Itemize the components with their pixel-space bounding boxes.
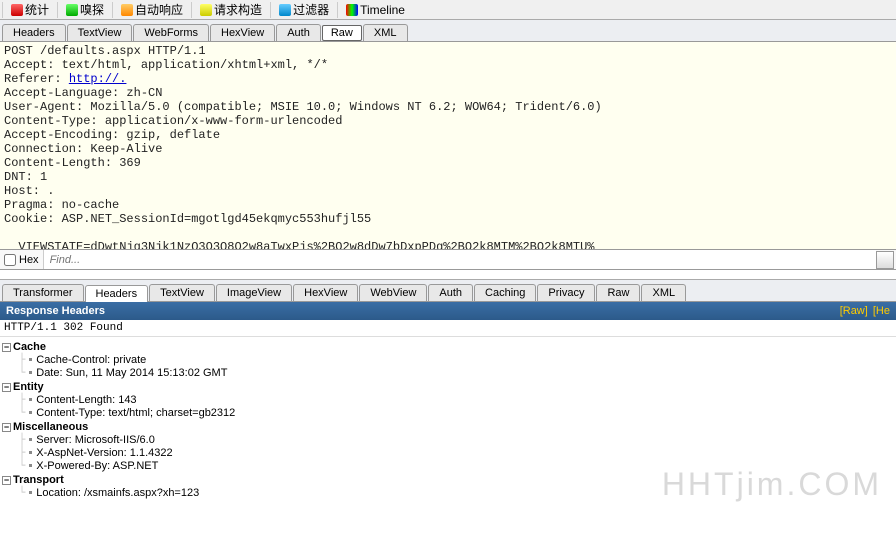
toolbar-separator xyxy=(337,2,338,18)
toolbar-btn-autoresp[interactable]: 自动响应 xyxy=(117,1,187,19)
autoresponder-icon xyxy=(121,4,133,16)
request-raw-view[interactable]: POST /defaults.aspx HTTP/1.1 Accept: tex… xyxy=(0,42,896,250)
timeline-icon xyxy=(346,4,358,16)
collapse-icon: − xyxy=(2,476,11,485)
toolbar-btn-compose[interactable]: 请求构造 xyxy=(196,1,266,19)
referer-link[interactable]: http://. xyxy=(69,72,127,86)
request-tab-webforms[interactable]: WebForms xyxy=(133,24,209,41)
response-tab-caching[interactable]: Caching xyxy=(474,284,536,301)
tree-group-miscellaneous[interactable]: −Miscellaneous xyxy=(2,421,894,433)
request-tab-headers[interactable]: Headers xyxy=(2,24,66,41)
tree-item[interactable]: ├X-AspNet-Version: 1.1.4322 xyxy=(12,446,894,459)
toolbar-btn-stats[interactable]: 统计 xyxy=(7,1,53,19)
hex-label: Hex xyxy=(19,254,39,266)
toolbar-separator xyxy=(57,2,58,18)
response-tab-headers[interactable]: Headers xyxy=(85,285,149,302)
tree-group-cache[interactable]: −Cache xyxy=(2,341,894,353)
response-tab-hexview[interactable]: HexView xyxy=(293,284,358,301)
tree-item[interactable]: ├Content-Length: 143 xyxy=(12,393,894,406)
request-tab-hexview[interactable]: HexView xyxy=(210,24,275,41)
response-tab-auth[interactable]: Auth xyxy=(428,284,473,301)
collapse-icon: − xyxy=(2,343,11,352)
response-tab-transformer[interactable]: Transformer xyxy=(2,284,84,301)
request-tab-auth[interactable]: Auth xyxy=(276,24,321,41)
tree-item[interactable]: └Date: Sun, 11 May 2014 15:13:02 GMT xyxy=(12,366,894,379)
tree-item[interactable]: ├Cache-Control: private xyxy=(12,353,894,366)
response-tab-imageview[interactable]: ImageView xyxy=(216,284,292,301)
find-input[interactable] xyxy=(44,250,876,269)
hex-checkbox[interactable] xyxy=(4,254,16,266)
main-toolbar: 统计 嗅探 自动响应 请求构造 过滤器 Timeline xyxy=(0,0,896,20)
tree-item[interactable]: └X-Powered-By: ASP.NET xyxy=(12,459,894,472)
tree-group-transport[interactable]: −Transport xyxy=(2,474,894,486)
tree-item[interactable]: └Content-Type: text/html; charset=gb2312 xyxy=(12,406,894,419)
toolbar-btn-sniff[interactable]: 嗅探 xyxy=(62,1,108,19)
hex-checkbox-wrap[interactable]: Hex xyxy=(0,250,44,269)
response-hex-link[interactable]: [He xyxy=(873,305,890,317)
toolbar-separator xyxy=(2,2,3,18)
request-tabbar: HeadersTextViewWebFormsHexViewAuthRawXML xyxy=(0,20,896,42)
toolbar-separator xyxy=(112,2,113,18)
collapse-icon: − xyxy=(2,383,11,392)
response-header-tree: −Cache ├Cache-Control: private └Date: Su… xyxy=(0,337,896,505)
response-tab-webview[interactable]: WebView xyxy=(359,284,427,301)
response-raw-link[interactable]: [Raw] xyxy=(840,305,868,317)
composer-icon xyxy=(200,4,212,16)
tree-item[interactable]: └Location: /xsmainfs.aspx?xh=123 xyxy=(12,486,894,499)
response-tab-raw[interactable]: Raw xyxy=(596,284,640,301)
response-headers-titlebar: Response Headers [Raw] [He xyxy=(0,302,896,320)
tree-item[interactable]: ├Server: Microsoft-IIS/6.0 xyxy=(12,433,894,446)
toolbar-separator xyxy=(270,2,271,18)
response-headers-title: Response Headers xyxy=(6,305,105,317)
request-tab-textview[interactable]: TextView xyxy=(67,24,133,41)
response-tabbar: TransformerHeadersTextViewImageViewHexVi… xyxy=(0,280,896,302)
find-next-button[interactable] xyxy=(876,251,894,269)
find-bar: Hex xyxy=(0,250,896,270)
sniff-icon xyxy=(66,4,78,16)
response-tab-privacy[interactable]: Privacy xyxy=(537,284,595,301)
toolbar-separator xyxy=(191,2,192,18)
toolbar-btn-filter[interactable]: 过滤器 xyxy=(275,1,333,19)
request-tab-xml[interactable]: XML xyxy=(363,24,408,41)
toolbar-btn-timeline[interactable]: Timeline xyxy=(342,1,409,19)
filter-icon xyxy=(279,4,291,16)
response-tab-xml[interactable]: XML xyxy=(641,284,686,301)
response-tab-textview[interactable]: TextView xyxy=(149,284,215,301)
request-tab-raw[interactable]: Raw xyxy=(322,25,362,41)
collapse-icon: − xyxy=(2,423,11,432)
stats-icon xyxy=(11,4,23,16)
splitter[interactable] xyxy=(0,270,896,280)
tree-group-entity[interactable]: −Entity xyxy=(2,381,894,393)
response-status-line: HTTP/1.1 302 Found xyxy=(0,320,896,337)
